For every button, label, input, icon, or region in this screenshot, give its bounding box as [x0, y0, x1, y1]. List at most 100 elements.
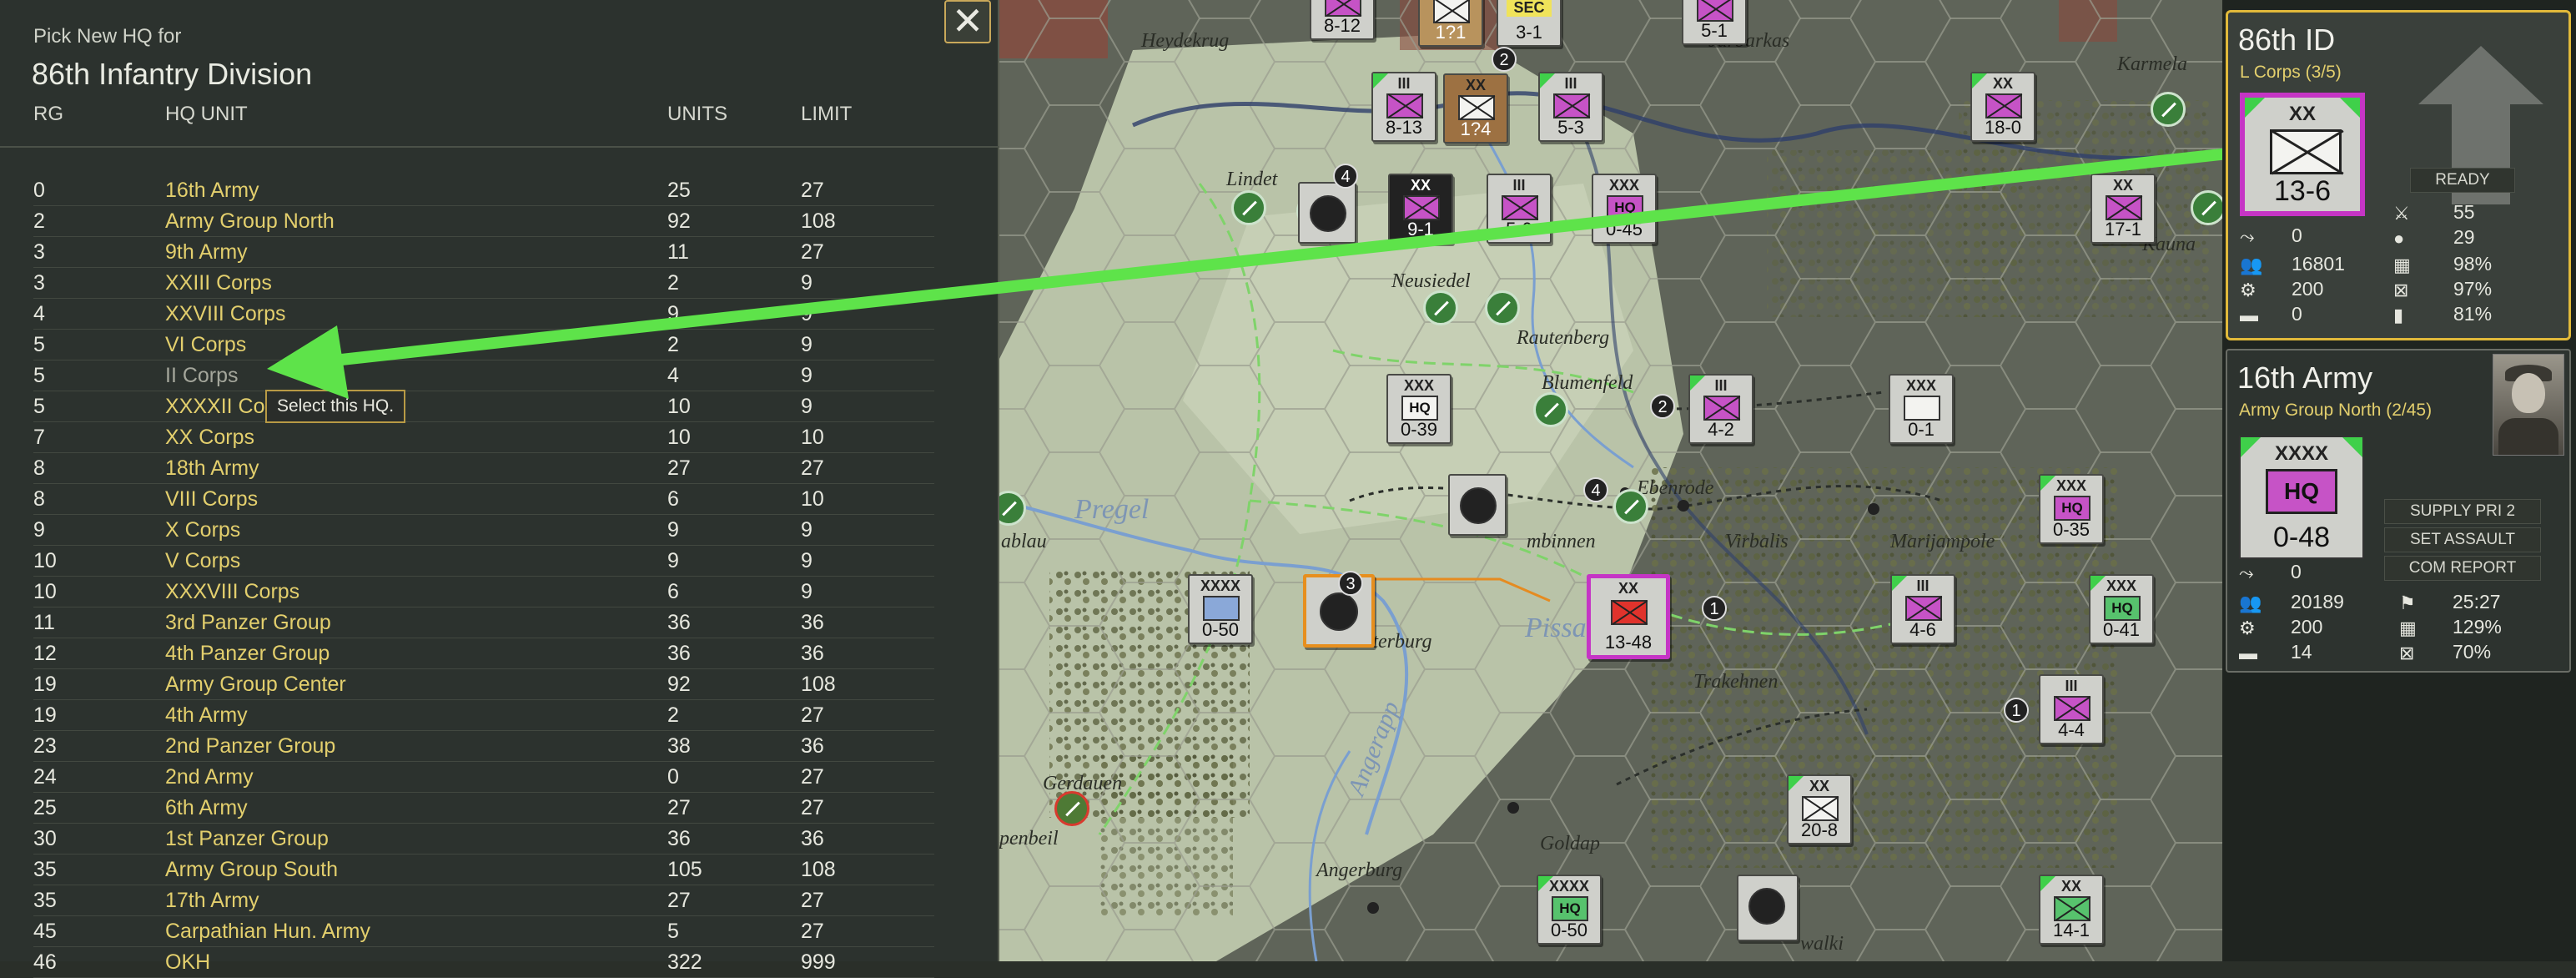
- unit-counter[interactable]: XXX 0-1: [1889, 374, 1954, 444]
- hq-counter-large[interactable]: XXXX HQ 0-48: [2239, 436, 2364, 559]
- set-assault-button[interactable]: SET ASSAULT: [2384, 527, 2541, 552]
- hq-list-row[interactable]: 5 II Corps 4 9: [33, 360, 934, 391]
- hq-list-row[interactable]: 25 6th Army 27 27: [33, 793, 934, 824]
- hq-list-row[interactable]: 11 3rd Panzer Group 36 36: [33, 607, 934, 638]
- close-button[interactable]: ✕: [944, 0, 991, 43]
- hq-list-row[interactable]: 2 Army Group North 92 108: [33, 206, 934, 237]
- unit-counter[interactable]: III 4-2: [1688, 374, 1753, 444]
- unit-counter[interactable]: III 4-4: [2039, 674, 2104, 744]
- stack-count-badge: 3: [1338, 571, 1363, 596]
- control-marker-icon[interactable]: [2151, 92, 2186, 127]
- hq-row-name: XX Corps: [165, 426, 254, 449]
- unit-counter[interactable]: III 5-0: [1487, 174, 1552, 244]
- hq-list-row[interactable]: 46 OKH 322 999: [33, 947, 934, 978]
- hq-row-limit: 10: [801, 487, 824, 511]
- unit-counter[interactable]: XXXX 0-50: [1188, 574, 1253, 644]
- unit-counter[interactable]: XX 14-1: [2039, 875, 2104, 945]
- hq-list-row[interactable]: 5 VI Corps 2 9: [33, 330, 934, 360]
- rail-transport-counter[interactable]: [1448, 474, 1507, 536]
- com-report-button[interactable]: COM REPORT: [2384, 556, 2541, 581]
- hq-row-units: 27: [667, 889, 691, 912]
- stack-count-badge: 4: [1333, 164, 1358, 189]
- control-marker-icon[interactable]: [1485, 290, 1520, 325]
- hq-counter[interactable]: XXXX HQ 0-50: [1537, 875, 1602, 945]
- column-header-rg[interactable]: RG: [33, 103, 63, 126]
- hq-list-row[interactable]: 9 X Corps 9 9: [33, 515, 934, 546]
- control-marker-icon[interactable]: [1533, 392, 1568, 427]
- hq-counter[interactable]: XXX HQ 0-41: [2089, 574, 2154, 644]
- hq-list-row[interactable]: 4 XXVIII Corps 9 9: [33, 299, 934, 330]
- hq-row-units: 322: [667, 950, 702, 974]
- pick-hq-panel: Pick New HQ for 86th Infantry Division ✕…: [0, 0, 999, 978]
- hq-row-rg: 19: [33, 703, 57, 727]
- column-header-units[interactable]: UNITS: [667, 103, 727, 126]
- unit-counter[interactable]: III 5-3: [1538, 72, 1603, 142]
- hq-card[interactable]: 16th Army Army Group North (2/45) XXXX H…: [2226, 349, 2571, 673]
- hq-row-units: 92: [667, 673, 691, 696]
- hq-list-row[interactable]: 3 9th Army 11 27: [33, 237, 934, 268]
- control-marker-icon[interactable]: [1054, 791, 1089, 826]
- map-view[interactable]: Heydekrug Jurbarkas Karmela Lindet Neusi…: [999, 0, 2222, 961]
- unit-counter[interactable]: 1?1: [1418, 0, 1483, 47]
- supply-priority-button[interactable]: SUPPLY PRI 2: [2384, 499, 2541, 524]
- hq-row-name: Carpathian Hun. Army: [165, 920, 370, 943]
- hq-list-row[interactable]: 3 XXIII Corps 2 9: [33, 268, 934, 299]
- hq-list-row[interactable]: 24 2nd Army 0 27: [33, 762, 934, 793]
- hq-row-limit: 9: [801, 395, 813, 418]
- hq-title: 16th Army: [2237, 360, 2373, 395]
- unit-counter[interactable]: III 8-13: [1371, 72, 1436, 142]
- hq-list-row[interactable]: 23 2nd Panzer Group 38 36: [33, 731, 934, 762]
- unit-counter[interactable]: XX 17-1: [2090, 174, 2156, 244]
- hq-list-row[interactable]: 19 Army Group Center 92 108: [33, 669, 934, 700]
- hq-list-row[interactable]: 12 4th Panzer Group 36 36: [33, 638, 934, 669]
- commander-portrait[interactable]: [2493, 354, 2564, 456]
- unit-counter[interactable]: XX 20-8: [1787, 774, 1852, 844]
- hq-row-units: 36: [667, 642, 691, 665]
- town-label: Ebenrode: [1637, 477, 1714, 499]
- column-header-limit[interactable]: LIMIT: [801, 103, 852, 126]
- hq-row-rg: 9: [33, 518, 45, 542]
- hq-row-units: 27: [667, 456, 691, 480]
- hq-counter[interactable]: XXX HQ 0-35: [2039, 474, 2104, 544]
- unit-counter[interactable]: XX 9-1: [1388, 174, 1453, 244]
- column-header-hq-unit[interactable]: HQ UNIT: [165, 103, 248, 126]
- hq-list-row[interactable]: 7 XX Corps 10 10: [33, 422, 934, 453]
- unit-counter[interactable]: 8-12: [1310, 0, 1375, 40]
- hq-list-row[interactable]: 35 Army Group South 105 108: [33, 854, 934, 885]
- toe-icon: ⊠: [2399, 643, 2415, 663]
- hq-list-row[interactable]: 10 V Corps 9 9: [33, 546, 934, 577]
- hq-list-row[interactable]: 0 16th Army 25 27: [33, 175, 934, 206]
- division-title: 86th Infantry Division: [32, 57, 313, 91]
- unit-counter[interactable]: XX 1?4: [1443, 73, 1508, 144]
- hq-list-row[interactable]: 30 1st Panzer Group 36 36: [33, 824, 934, 854]
- unit-card[interactable]: 86th ID L Corps (3/5) XX 13-6 READY ⤳ 0 …: [2226, 10, 2571, 340]
- control-marker-icon[interactable]: [1423, 290, 1458, 325]
- unit-counter-large[interactable]: XX 13-6: [2240, 93, 2365, 216]
- hq-list-row[interactable]: 8 18th Army 27 27: [33, 453, 934, 484]
- hq-counter[interactable]: XXX HQ 0-45: [1592, 174, 1657, 244]
- hq-list-row[interactable]: 19 4th Army 2 27: [33, 700, 934, 731]
- unit-info-panel: 86th ID L Corps (3/5) XX 13-6 READY ⤳ 0 …: [2222, 0, 2576, 961]
- control-marker-icon[interactable]: [1613, 489, 1648, 524]
- town-label: mbinnen: [1527, 531, 1596, 552]
- hq-counter[interactable]: XXX HQ 0-39: [1386, 374, 1452, 444]
- hq-row-rg: 10: [33, 580, 57, 603]
- unit-counter[interactable]: 5-1: [1682, 0, 1747, 45]
- hq-list-row[interactable]: 10 XXXVIII Corps 6 9: [33, 577, 934, 607]
- control-marker-icon[interactable]: [2191, 190, 2222, 225]
- hq-list-row[interactable]: 45 Carpathian Hun. Army 5 27: [33, 916, 934, 947]
- unit-counter[interactable]: SEC 3-1: [1497, 0, 1562, 47]
- hq-list-row[interactable]: 35 17th Army 27 27: [33, 885, 934, 916]
- men-value: 16801: [2292, 253, 2345, 275]
- men-icon: 👥: [2239, 592, 2262, 613]
- selected-unit-counter[interactable]: XX 13-48: [1587, 574, 1670, 659]
- unit-counter[interactable]: XX 18-0: [1970, 72, 2035, 142]
- hq-row-limit: 27: [801, 179, 824, 202]
- rail-transport-counter[interactable]: [1737, 875, 1799, 941]
- hq-row-limit: 9: [801, 580, 813, 603]
- unit-counter[interactable]: III 4-6: [1890, 574, 1955, 644]
- rail-transport-counter[interactable]: [1298, 182, 1356, 244]
- hq-list-row[interactable]: 5 XXXXII Corps 10 9: [33, 391, 934, 422]
- control-marker-icon[interactable]: [1231, 190, 1266, 225]
- hq-list-row[interactable]: 8 VIII Corps 6 10: [33, 484, 934, 515]
